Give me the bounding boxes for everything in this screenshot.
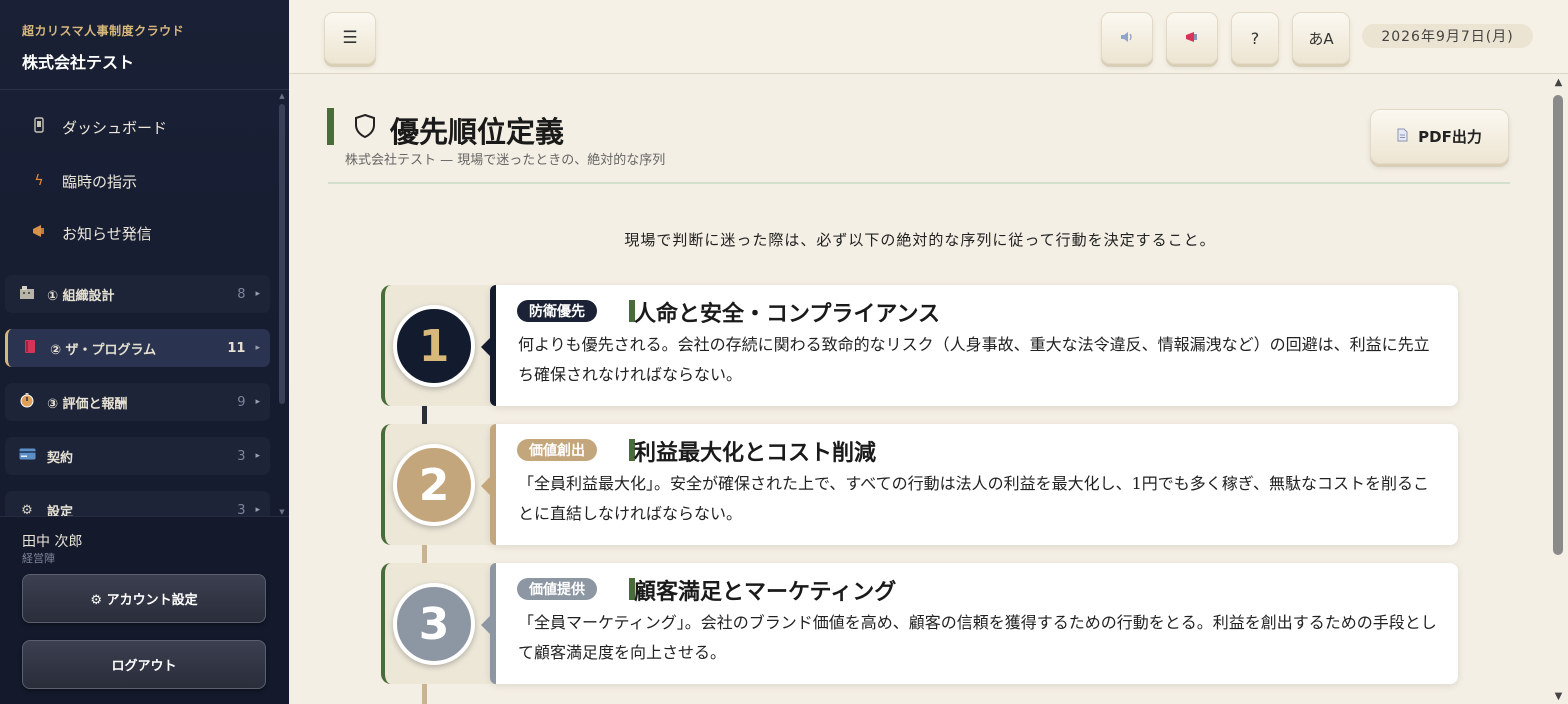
sidebar-item-label: ダッシュボード <box>62 118 168 137</box>
sidebar-group-settings[interactable]: ⚙ 設定 3 ▸ <box>5 491 270 516</box>
top-header: ☰ ? あA 2026年9月7日(月) <box>289 0 1568 74</box>
scroll-up-icon[interactable]: ▲ <box>1549 77 1568 88</box>
sidebar-group-count: 8 <box>237 286 246 302</box>
sidebar-nav: ダッシュボード ϟ 臨時の指示 お知らせ発信 ① 組織設計 8 ▸ ② ザ・プロ… <box>0 92 289 516</box>
announce-button[interactable] <box>1166 12 1218 64</box>
page-title: 優先順位定義 <box>390 115 565 149</box>
account-settings-button[interactable]: ⚙ アカウント設定 <box>22 574 266 623</box>
sidebar-item-dashboard[interactable]: ダッシュボード <box>0 107 280 147</box>
priority-title: 人命と安全・コンプライアンス <box>634 302 941 327</box>
sidebar-item-announcements[interactable]: お知らせ発信 <box>0 213 280 253</box>
menu-button[interactable]: ☰ <box>324 12 376 64</box>
sidebar: 超カリスマ人事制度クラウド 株式会社テスト ダッシュボード ϟ 臨時の指示 お知… <box>0 0 289 704</box>
scroll-down-icon[interactable]: ▼ <box>1549 691 1568 702</box>
main-content: 優先順位定義 株式会社テスト — 現場で迷ったときの、絶対的な序列 PDF出力 … <box>289 75 1549 704</box>
scroll-up-icon[interactable]: ▲ <box>278 92 286 100</box>
sidebar-group-contract[interactable]: 契約 3 ▸ <box>5 437 270 475</box>
main-scrollbar-thumb[interactable] <box>1553 95 1563 555</box>
user-name: 田中 次郎 <box>22 534 83 550</box>
sidebar-group-label: 契約 <box>47 450 74 466</box>
card-icon <box>17 448 37 464</box>
chevron-right-icon: ▸ <box>255 343 260 353</box>
sidebar-group-label: ① 組織設計 <box>47 288 115 304</box>
pdf-export-label: PDF出力 <box>1418 128 1482 146</box>
priority-description: 何よりも優先される。会社の存続に関わる致命的なリスク（人身事故、重大な法令違反、… <box>518 335 1430 384</box>
phone-icon <box>30 117 48 137</box>
logout-button[interactable]: ログアウト <box>22 640 266 689</box>
priority-number: 2 <box>393 444 475 526</box>
hamburger-icon: ☰ <box>342 28 358 48</box>
sidebar-group-count: 3 <box>237 502 246 517</box>
scroll-down-icon[interactable]: ▼ <box>278 508 286 516</box>
help-label: ? <box>1250 28 1260 48</box>
sidebar-group-program[interactable]: ② ザ・プログラム 11 ▸ <box>5 329 270 367</box>
sidebar-scrollbar[interactable]: ▲ ▼ <box>278 92 286 516</box>
title-accent-bar <box>327 108 334 145</box>
megaphone-icon <box>30 224 48 242</box>
company-name: 株式会社テスト <box>22 53 135 72</box>
current-date: 2026年9月7日(月) <box>1362 24 1533 48</box>
sidebar-group-count: 9 <box>237 394 246 410</box>
app-name: 超カリスマ人事制度クラウド <box>22 24 185 38</box>
priority-tag: 価値創出 <box>517 439 597 461</box>
priority-card-2: 2 価値創出 利益最大化とコスト削減 「全員利益最大化」。安全が確保された上で、… <box>381 424 1458 545</box>
priority-card-1: 1 防衛優先 人命と安全・コンプライアンス 何よりも優先される。会社の存続に関わ… <box>381 285 1458 406</box>
page-subtitle: 株式会社テスト — 現場で迷ったときの、絶対的な序列 <box>345 153 666 168</box>
priority-pointer <box>481 338 490 356</box>
chevron-right-icon: ▸ <box>255 289 260 299</box>
chevron-right-icon: ▸ <box>255 451 260 461</box>
brand: 超カリスマ人事制度クラウド 株式会社テスト <box>0 0 289 90</box>
sidebar-group-evaluation[interactable]: ③ 評価と報酬 9 ▸ <box>5 383 270 421</box>
font-size-label: あA <box>1308 29 1334 48</box>
lightning-icon: ϟ <box>34 173 44 189</box>
chevron-right-icon: ▸ <box>255 397 260 407</box>
main-scrollbar[interactable]: ▲ ▼ <box>1549 75 1568 704</box>
building-icon <box>17 285 37 303</box>
sound-button[interactable] <box>1101 12 1153 64</box>
intro-text: 現場で判断に迷った際は、必ず以下の絶対的な序列に従って行動を決定すること。 <box>624 230 1216 249</box>
help-button[interactable]: ? <box>1231 12 1279 64</box>
user-role: 経営陣 <box>22 552 55 565</box>
priority-description: 「全員マーケティング」。会社のブランド価値を高め、顧客の信頼を獲得するための行動… <box>518 613 1437 662</box>
priority-description: 「全員利益最大化」。安全が確保された上で、すべての行動は法人の利益を最大化し、1… <box>518 474 1429 523</box>
gear-icon: ⚙ <box>21 502 33 517</box>
priority-accent <box>490 285 496 406</box>
priority-number: 1 <box>393 305 475 387</box>
priority-pointer <box>481 477 490 495</box>
sidebar-group-count: 11 <box>227 340 246 356</box>
sidebar-item-label: 臨時の指示 <box>62 172 138 191</box>
book-icon <box>20 339 40 358</box>
priority-title: 利益最大化とコスト削減 <box>634 441 877 466</box>
priority-tag: 防衛優先 <box>517 300 597 322</box>
chevron-right-icon: ▸ <box>255 505 260 515</box>
sidebar-group-organization[interactable]: ① 組織設計 8 ▸ <box>5 275 270 313</box>
priority-title: 顧客満足とマーケティング <box>634 580 897 605</box>
priority-card-3: 3 価値提供 顧客満足とマーケティング 「全員マーケティング」。会社のブランド価… <box>381 563 1458 684</box>
priority-tag: 価値提供 <box>517 578 597 600</box>
stopwatch-icon <box>17 392 37 412</box>
megaphone-icon <box>1184 29 1200 48</box>
user-panel: 田中 次郎 経営陣 ⚙ アカウント設定 ログアウト <box>0 516 289 704</box>
priority-number: 3 <box>393 583 475 665</box>
speaker-icon <box>1119 29 1135 48</box>
priority-accent <box>490 424 496 545</box>
sidebar-scrollbar-thumb[interactable] <box>279 104 285 404</box>
priority-accent <box>490 563 496 684</box>
timeline-connector <box>422 405 427 425</box>
pdf-export-button[interactable]: PDF出力 <box>1370 109 1509 164</box>
sidebar-group-count: 3 <box>237 448 246 464</box>
sidebar-group-label: 設定 <box>47 504 74 517</box>
sidebar-item-instructions[interactable]: ϟ 臨時の指示 <box>0 161 280 201</box>
document-icon <box>1397 128 1408 145</box>
sidebar-group-label: ③ 評価と報酬 <box>47 396 128 412</box>
priority-pointer <box>481 616 490 634</box>
sidebar-item-label: お知らせ発信 <box>62 224 152 243</box>
sidebar-group-label: ② ザ・プログラム <box>50 342 157 358</box>
shield-icon <box>353 113 377 145</box>
font-size-button[interactable]: あA <box>1292 12 1350 64</box>
divider <box>328 182 1510 184</box>
